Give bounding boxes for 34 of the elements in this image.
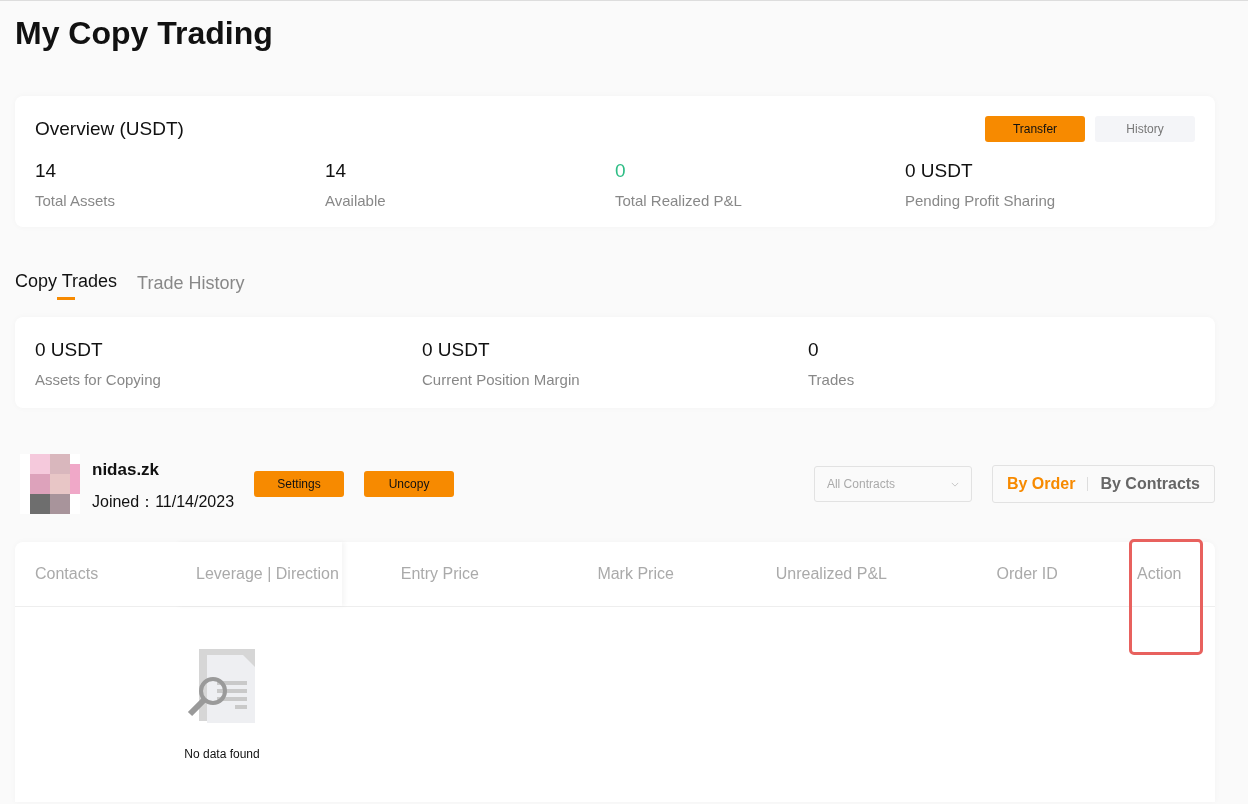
column-header: Contacts <box>35 565 99 583</box>
stat-value: 0 USDT <box>905 160 974 182</box>
stat-label: Total Realized P&L <box>615 192 743 209</box>
trader-name: nidas.zk <box>92 459 161 480</box>
stat-value: 0 USDT <box>422 339 491 361</box>
settings-button[interactable]: Settings <box>254 471 345 497</box>
tab[interactable]: Trade History <box>137 271 245 303</box>
stat-label: Current Position Margin <box>422 371 581 388</box>
stat-label: Available <box>325 192 387 209</box>
column-header: Action <box>1137 565 1182 583</box>
tab[interactable]: Copy Trades <box>15 271 118 303</box>
column-header: Unrealized P&L <box>775 565 887 583</box>
stat-value: 14 <box>325 160 348 182</box>
chevron-down-icon <box>950 481 959 487</box>
card-title: Overview (USDT) <box>35 118 184 140</box>
view-option[interactable]: By Contracts <box>1100 475 1200 493</box>
stat-value: 0 <box>808 339 820 361</box>
stat-value: 14 <box>35 160 58 182</box>
empty-message: No data found <box>184 747 260 761</box>
stat-label: Assets for Copying <box>35 371 162 388</box>
joined-date: Joined：11/14/2023 <box>92 491 235 512</box>
stat-value: 0 USDT <box>35 339 104 361</box>
transfer-button[interactable]: Transfer <box>985 116 1085 142</box>
column-header: Order ID <box>996 565 1058 583</box>
page-title: My Copy Trading <box>15 15 274 52</box>
column-header: Entry Price <box>400 565 479 583</box>
history-button[interactable]: History <box>1095 116 1195 142</box>
stat-label: Pending Profit Sharing <box>905 192 1057 209</box>
stat-label: Trades <box>808 371 856 388</box>
stat-value: 0 <box>615 160 627 182</box>
column-header: Mark Price <box>597 565 674 583</box>
uncopy-button[interactable]: Uncopy <box>364 471 455 497</box>
stat-label: Total Assets <box>35 192 117 209</box>
column-header: Leverage | Direction <box>196 565 339 583</box>
